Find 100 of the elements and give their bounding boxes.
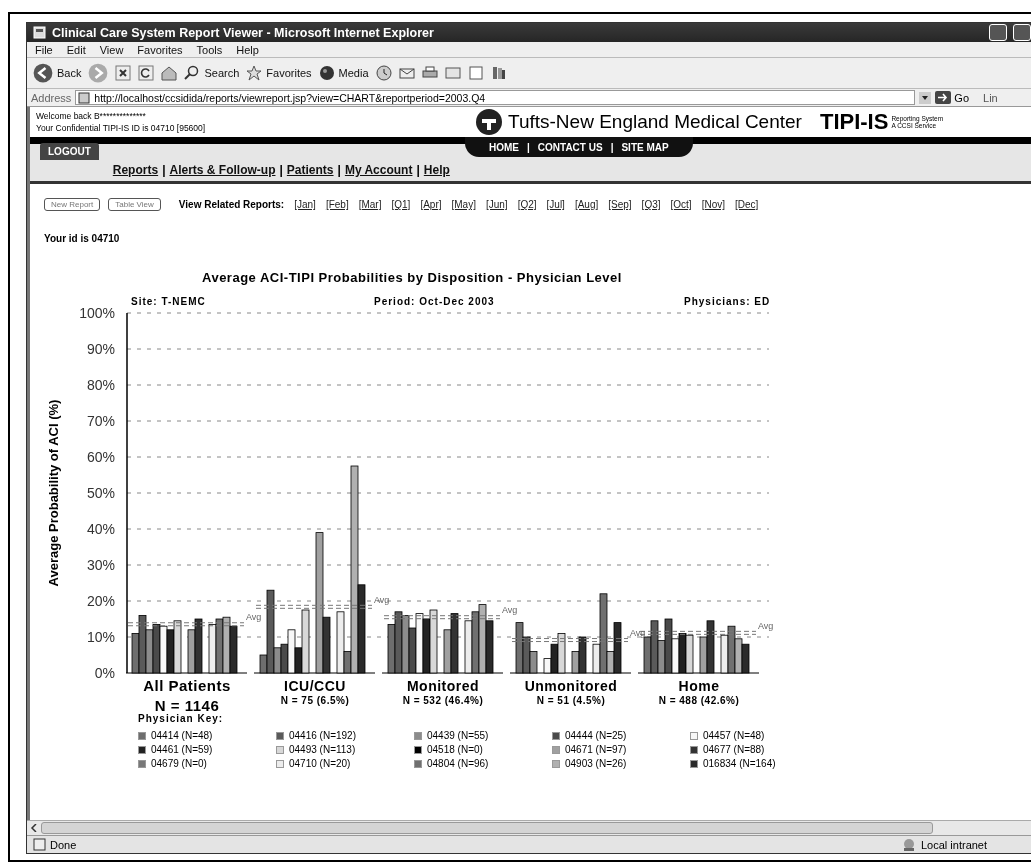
chart-info: Physicians: ED [684, 296, 771, 307]
legend-label: 04679 (N=0) [151, 758, 207, 769]
legend-label: 04677 (N=88) [703, 744, 765, 755]
welcome-text: Welcome back B************** [36, 110, 147, 122]
separator: | [279, 163, 283, 177]
axis-tick-label: 40% [86, 521, 115, 537]
axis-tick-label: 10% [86, 629, 115, 645]
status-text: Done [50, 838, 78, 851]
menu-item[interactable]: View [99, 43, 124, 56]
address-field[interactable]: http://localhost/ccsidida/reports/viewreport.jsp?view=CHART&reportperiod=2003.Q4 [75, 90, 916, 105]
nav-link[interactable]: Help [423, 163, 450, 177]
id-text: Your Confidential TIPI-IS ID is 04710 [95600] [36, 122, 207, 134]
separator: | [337, 163, 341, 177]
chart-info: Period: Oct-Dec 2003 [374, 296, 495, 307]
legend-label: 04416 (N=192) [289, 730, 356, 741]
report-link[interactable]: [Dec] [735, 199, 759, 210]
category-label: Unmonitored [524, 678, 618, 694]
legend-label: 04518 (N=0) [427, 744, 483, 755]
brand-name: TIPI-IS [819, 109, 889, 135]
axis-tick-label: 90% [86, 341, 115, 357]
user-id-text: Your id is 04710 [44, 233, 121, 244]
toolbar-button[interactable]: Back [57, 67, 82, 79]
category-label: Monitored [406, 678, 480, 694]
window-title: Clinical Care System Report Viewer - Microsoft Internet Explorer [52, 25, 435, 40]
action-button[interactable]: Table View [108, 198, 161, 211]
report-link[interactable]: [Apr] [420, 199, 442, 210]
report-link[interactable]: [Mar] [358, 199, 382, 210]
average-label: Avg [374, 594, 390, 605]
report-link[interactable]: [Q2] [517, 199, 537, 210]
category-label: All Patients [143, 677, 231, 694]
report-link[interactable]: [May] [451, 199, 476, 210]
group-count: N = 75 (6.5%) [280, 695, 350, 706]
menu-item[interactable]: Tools [196, 43, 223, 56]
separator: | [162, 163, 166, 177]
action-button[interactable]: New Report [44, 198, 101, 211]
toolbar-button[interactable]: Favorites [266, 67, 312, 79]
legend-label: 016834 (N=164) [703, 758, 776, 769]
nav-link[interactable]: Alerts & Follow-up [169, 163, 276, 177]
logout-button[interactable]: LOGOUT [40, 143, 99, 160]
menu-item[interactable]: Help [236, 43, 259, 56]
menu-item[interactable]: Favorites [137, 43, 183, 56]
group-count: N = 1146 [154, 697, 220, 713]
report-link[interactable]: [Jan] [294, 199, 316, 210]
group-count: N = 532 (46.4%) [402, 695, 484, 706]
top-nav-link[interactable]: CONTACT US [537, 141, 603, 153]
legend-label: 04457 (N=48) [703, 730, 765, 741]
report-link[interactable]: [Aug] [574, 199, 599, 210]
axis-tick-label: 50% [86, 485, 115, 501]
menu-item[interactable]: Edit [66, 43, 86, 56]
report-link[interactable]: [Jul] [546, 199, 565, 210]
report-link[interactable]: [Q3] [641, 199, 661, 210]
axis-tick-label: 30% [86, 557, 115, 573]
go-button[interactable]: Go [954, 91, 970, 104]
top-nav-link[interactable]: SITE MAP [621, 141, 669, 153]
legend-label: 04671 (N=97) [565, 744, 627, 755]
legend-label: 04444 (N=25) [565, 730, 627, 741]
report-link[interactable]: [Q1] [391, 199, 411, 210]
axis-tick-label: 0% [94, 665, 115, 681]
toolbar-button[interactable]: Media [338, 67, 369, 79]
legend-label: 04804 (N=96) [427, 758, 489, 769]
axis-tick-label: 100% [79, 305, 115, 321]
nav-link[interactable]: My Account [344, 163, 413, 177]
category-label: ICU/CCU [284, 678, 346, 694]
nav-link[interactable]: Reports [112, 163, 159, 177]
toolbar-button[interactable]: Search [204, 67, 240, 79]
axis-tick-label: 20% [86, 593, 115, 609]
group-count: N = 488 (42.6%) [658, 695, 740, 706]
legend-label: 04903 (N=26) [565, 758, 627, 769]
group-count: N = 51 (4.5%) [536, 695, 606, 706]
axis-tick-label: 70% [86, 413, 115, 429]
separator: | [416, 163, 420, 177]
legend-label: 04710 (N=20) [289, 758, 351, 769]
links-label[interactable]: Lin [983, 91, 998, 104]
report-link[interactable]: [Sep] [608, 199, 632, 210]
report-link[interactable]: [Nov] [701, 199, 725, 210]
legend-label: 04461 (N=59) [151, 744, 213, 755]
separator: | [610, 141, 614, 153]
legend-label: 04439 (N=55) [427, 730, 489, 741]
related-reports-label: View Related Reports: [178, 199, 285, 210]
axis-tick-label: 80% [86, 377, 115, 393]
nav-link[interactable]: Patients [286, 163, 334, 177]
report-link[interactable]: [Oct] [670, 199, 692, 210]
separator: | [527, 141, 530, 153]
average-label: Avg [758, 620, 774, 631]
chart-info: Site: T-NEMC [131, 296, 206, 307]
top-nav-link[interactable]: HOME [489, 141, 519, 153]
chart-title: Average ACI-TIPI Probabilities by Disposition - Physician Level [202, 270, 623, 285]
legend-title: Physician Key: [138, 713, 225, 724]
menu-item[interactable]: File [35, 43, 53, 56]
average-label: Avg [246, 612, 262, 623]
legend-label: 04493 (N=113) [289, 744, 356, 755]
report-link[interactable]: [Feb] [325, 199, 349, 210]
category-label: Home [678, 678, 720, 694]
zone-text: Local intranet [921, 838, 989, 851]
organization-name: Tufts-New England Medical Center [508, 111, 802, 133]
axis-tick-label: 60% [86, 449, 115, 465]
axis-title: Average Probability of ACI (%) [46, 399, 61, 587]
address-label: Address [31, 91, 72, 104]
report-link[interactable]: [Jun] [485, 199, 508, 210]
legend-label: 04414 (N=48) [151, 730, 213, 741]
